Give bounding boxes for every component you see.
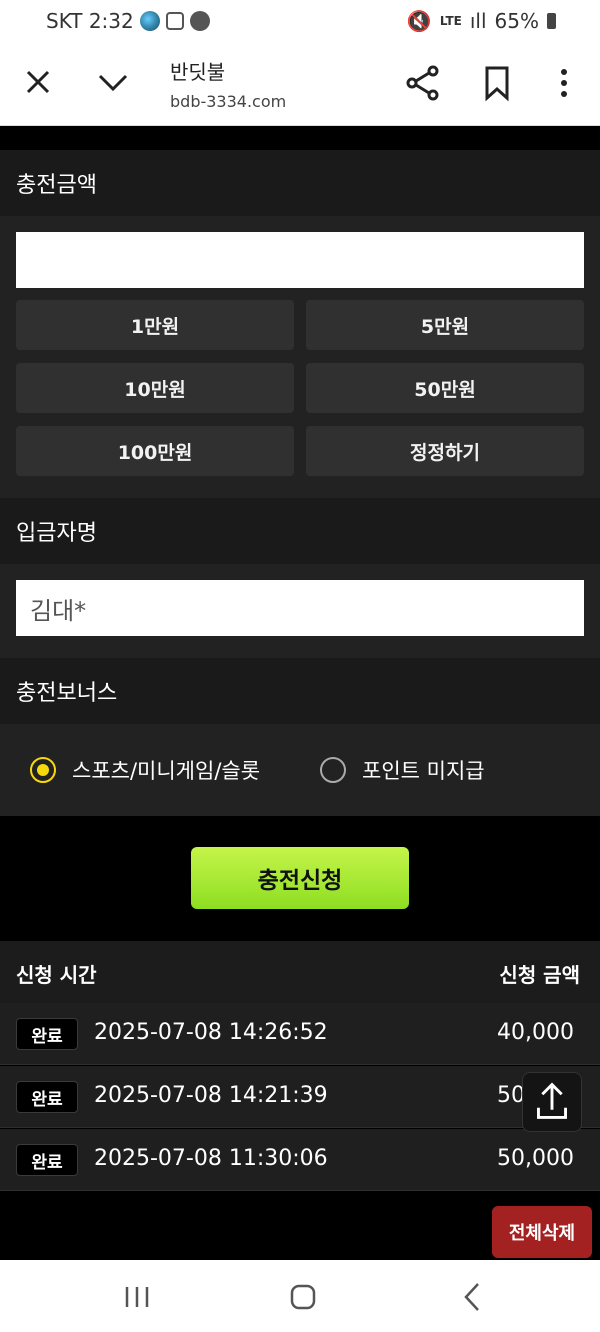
charge-amount-input[interactable] <box>16 232 584 288</box>
row-amount: 50,000 <box>497 1146 574 1171</box>
gallery-icon <box>165 12 184 30</box>
charge-amount-panel: 1만원 5만원 10만원 50만원 100만원 정정하기 <box>0 216 600 498</box>
depositor-name-field[interactable]: 김대* <box>16 580 584 636</box>
row-amount: 40,000 <box>497 1020 574 1045</box>
charge-amount-header: 충전금액 <box>0 150 600 216</box>
recents-icon[interactable] <box>124 1286 150 1308</box>
close-icon[interactable] <box>22 66 54 98</box>
bonus-header: 충전보너스 <box>0 658 600 724</box>
bonus-option-no-point[interactable]: 포인트 미지급 <box>320 755 485 785</box>
amount-50man-button[interactable]: 50만원 <box>306 363 584 413</box>
row-time: 2025-07-08 14:21:39 <box>94 1083 328 1108</box>
depositor-header: 입금자명 <box>0 498 600 564</box>
bonus-option-sports[interactable]: 스포츠/미니게임/슬롯 <box>30 755 260 785</box>
mute-icon: 🔇 <box>406 9 432 33</box>
home-icon[interactable] <box>290 1284 316 1310</box>
signal-icon: ıll <box>469 9 487 33</box>
radio-unselected[interactable] <box>320 757 346 783</box>
bonus-panel: 스포츠/미니게임/슬롯 포인트 미지급 <box>0 724 600 816</box>
back-icon[interactable] <box>462 1282 482 1312</box>
amount-5man-button[interactable]: 5만원 <box>306 300 584 350</box>
amount-100man-button[interactable]: 100만원 <box>16 426 294 476</box>
battery-level: 65% <box>494 9 539 33</box>
carrier-time: SKT 2:32 <box>46 9 134 33</box>
delete-all-button[interactable]: 전체삭제 <box>492 1206 592 1258</box>
table-row: 완료 2025-07-08 14:21:39 50,000 <box>0 1066 600 1128</box>
table-row: 완료 2025-07-08 11:30:06 50,000 <box>0 1129 600 1191</box>
amount-10man-button[interactable]: 10만원 <box>16 363 294 413</box>
page-title: 반딧불 <box>170 60 226 84</box>
share-icon[interactable] <box>404 64 442 102</box>
column-request-time: 신청 시간 <box>16 963 97 987</box>
status-bar: SKT 2:32 🔇 LTE ıll 65% <box>0 0 600 44</box>
status-badge: 완료 <box>16 1144 78 1176</box>
page-url[interactable]: bdb-3334.com <box>170 92 286 111</box>
history-table-header: 신청 시간 신청 금액 <box>0 941 600 1003</box>
chat-icon <box>189 11 210 31</box>
column-request-amount: 신청 금액 <box>499 963 580 987</box>
bonus-option-label: 포인트 미지급 <box>362 759 485 783</box>
amount-1man-button[interactable]: 1만원 <box>16 300 294 350</box>
bonus-option-label: 스포츠/미니게임/슬롯 <box>72 759 261 783</box>
network-type: LTE <box>439 13 462 28</box>
more-icon[interactable] <box>554 64 574 102</box>
battery-icon <box>547 13 556 29</box>
browser-toolbar: 반딧불 bdb-3334.com <box>0 44 600 126</box>
row-time: 2025-07-08 14:26:52 <box>94 1020 328 1045</box>
globe-icon <box>139 11 160 31</box>
scroll-top-icon[interactable] <box>522 1072 582 1132</box>
status-right: 🔇 LTE ıll 65% <box>407 9 556 33</box>
radio-selected[interactable] <box>30 757 56 783</box>
chevron-down-icon[interactable] <box>96 66 130 98</box>
charge-request-button[interactable]: 충전신청 <box>191 847 409 909</box>
depositor-panel: 김대* <box>0 564 600 658</box>
system-nav-bar <box>0 1260 600 1332</box>
table-row: 완료 2025-07-08 14:26:52 40,000 <box>0 1003 600 1065</box>
bookmark-icon[interactable] <box>482 64 512 102</box>
row-time: 2025-07-08 11:30:06 <box>94 1146 328 1171</box>
amount-reset-button[interactable]: 정정하기 <box>306 426 584 476</box>
status-badge: 완료 <box>16 1018 78 1050</box>
status-badge: 완료 <box>16 1081 78 1113</box>
status-left: SKT 2:32 <box>46 9 210 33</box>
